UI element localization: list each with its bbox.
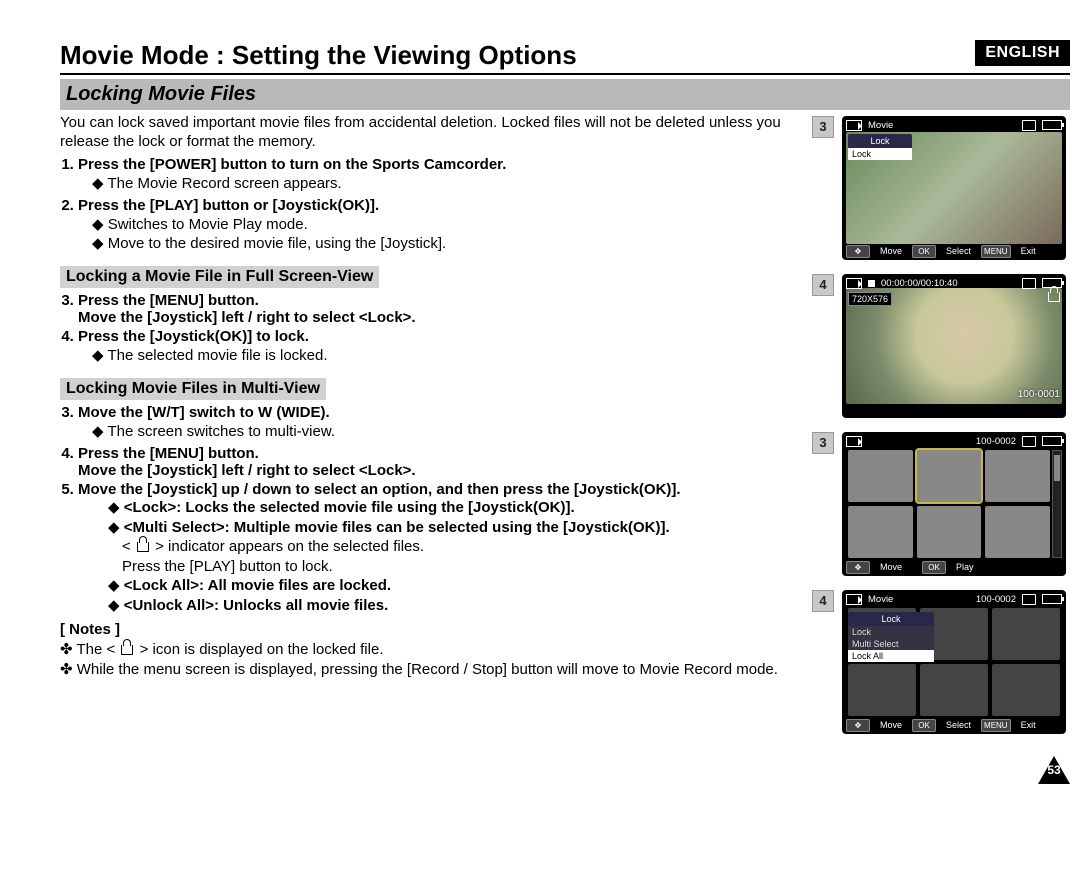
screenshot-1: 3 Movie Lock Lock ✥Move [812, 116, 1070, 260]
multi-step-3: Move the [W/T] switch to W (WIDE). The s… [78, 404, 794, 442]
menu-item-lock: Lock [848, 626, 934, 638]
movie-icon [846, 120, 862, 131]
note-2: While the menu screen is displayed, pres… [60, 660, 794, 680]
language-badge: ENGLISH [975, 40, 1070, 66]
subhead-multiview: Locking Movie Files in Multi-View [60, 378, 326, 400]
step-2-sub2: Move to the desired movie file, using th… [92, 235, 794, 254]
lock-icon [121, 645, 133, 655]
option-lockall: <Lock All>: All movie files are locked. [108, 576, 794, 596]
menu-pill: MENU [981, 719, 1011, 732]
manual-page: ENGLISH Movie Mode : Setting the Viewing… [60, 40, 1070, 784]
screenshot-2: 4 00:00:00/00:10:40 720X576 100-0001 [812, 274, 1070, 418]
dpad-icon: ✥ [846, 245, 870, 258]
notes-heading: [ Notes ] [60, 621, 794, 638]
ok-pill: OK [912, 719, 936, 732]
menu-item-multiselect: Multi Select [848, 638, 934, 650]
step-2: Press the [PLAY] button or [Joystick(OK)… [78, 197, 794, 254]
option-unlockall: <Unlock All>: Unlocks all movie files. [108, 596, 794, 616]
menu-pill: MENU [981, 245, 1011, 258]
card-icon [1022, 436, 1036, 447]
full-step-3: Press the [MENU] button. Move the [Joyst… [78, 292, 794, 326]
rule [60, 73, 1070, 75]
lcd-screen: 00:00:00/00:10:40 720X576 100-0001 [842, 274, 1066, 418]
dpad-icon: ✥ [846, 561, 870, 574]
full-step-4-sub: The selected movie file is locked. [92, 347, 794, 366]
ok-pill: OK [912, 245, 936, 258]
lcd-screen: Movie 100-0002 Lock Lock Multi Select [842, 590, 1066, 734]
step-1-sub: The Movie Record screen appears. [92, 175, 794, 194]
screenshot-step-number: 4 [812, 274, 834, 296]
intro-text: You can lock saved important movie files… [60, 114, 794, 152]
step-1: Press the [POWER] button to turn on the … [78, 156, 794, 194]
full-step-4: Press the [Joystick(OK)] to lock. The se… [78, 328, 794, 366]
multi-step-3-sub: The screen switches to multi-view. [92, 423, 794, 442]
card-icon [1022, 594, 1036, 605]
screenshot-step-number: 4 [812, 590, 834, 612]
card-icon [1022, 278, 1036, 289]
movie-icon [846, 436, 862, 447]
option-multiselect: <Multi Select>: Multiple movie files can… [108, 518, 794, 577]
option-lock: <Lock>: Locks the selected movie file us… [108, 498, 794, 518]
resolution-badge: 720X576 [848, 292, 892, 306]
screenshot-4: 4 Movie 100-0002 Lock [812, 590, 1070, 734]
lock-icon [1048, 292, 1060, 302]
file-number: 100-0001 [1018, 389, 1060, 400]
menu-tab-head: Lock [848, 612, 934, 626]
lcd-screen: Movie Lock Lock ✥Move OKSelect MENUExit [842, 116, 1066, 260]
page-number: 53 [1038, 756, 1070, 784]
scrollbar [1052, 450, 1062, 558]
screenshot-3: 3 100-0002 ✥Move [812, 432, 1070, 576]
screenshot-step-number: 3 [812, 432, 834, 454]
multi-step-5: Move the [Joystick] up / down to select … [78, 481, 794, 615]
main-text-column: You can lock saved important movie files… [60, 110, 794, 784]
lock-icon [137, 542, 149, 552]
battery-icon [1042, 436, 1062, 446]
ok-pill: OK [922, 561, 946, 574]
dpad-icon: ✥ [846, 719, 870, 732]
subhead-fullscreen: Locking a Movie File in Full Screen-View [60, 266, 379, 288]
section-heading: Locking Movie Files [60, 79, 1070, 110]
note-1: The < > icon is displayed on the locked … [60, 640, 794, 660]
battery-icon [1042, 594, 1062, 604]
stop-icon [868, 280, 875, 287]
card-icon [1022, 120, 1036, 131]
movie-icon [846, 594, 862, 605]
multi-step-4: Press the [MENU] button. Move the [Joyst… [78, 445, 794, 479]
screenshot-step-number: 3 [812, 116, 834, 138]
movie-icon [846, 278, 862, 289]
menu-item-lockall: Lock All [848, 650, 934, 662]
screenshot-column: 3 Movie Lock Lock ✥Move [812, 110, 1070, 784]
menu-tab-head: Lock [848, 134, 912, 148]
lcd-screen: 100-0002 ✥Move OKPlay [842, 432, 1066, 576]
step-2-sub1: Switches to Movie Play mode. [92, 216, 794, 235]
menu-tab-item: Lock [848, 148, 912, 160]
page-title: Movie Mode : Setting the Viewing Options [60, 40, 1070, 71]
battery-icon [1042, 120, 1062, 130]
